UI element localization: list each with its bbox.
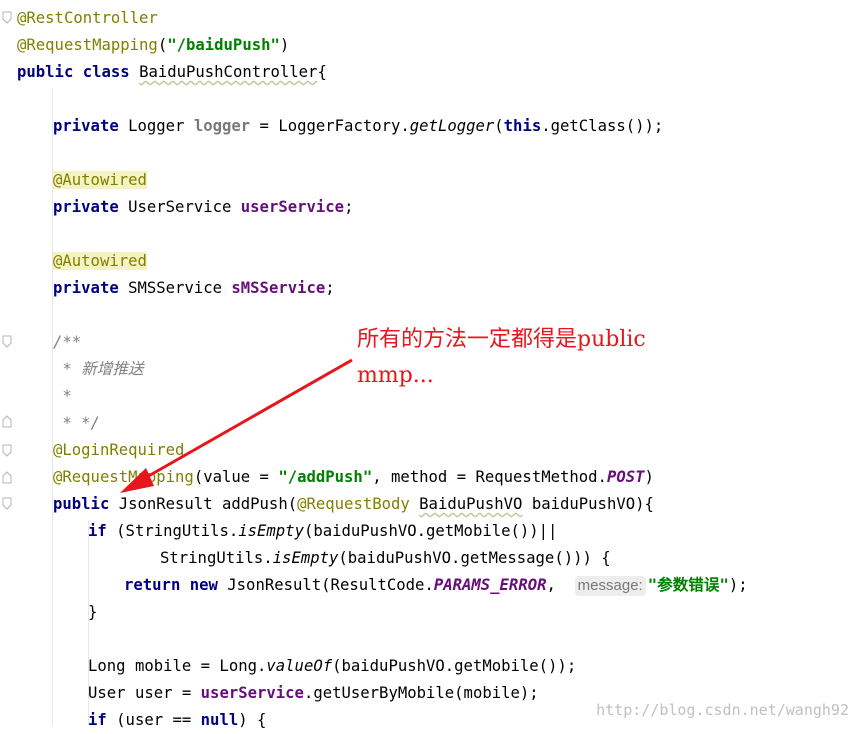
watermark: http://blog.csdn.net/wangh92 <box>596 701 849 719</box>
code-editor[interactable]: @RestController @RequestMapping("/baiduP… <box>0 0 861 729</box>
annotation-arrow-icon <box>120 358 353 493</box>
